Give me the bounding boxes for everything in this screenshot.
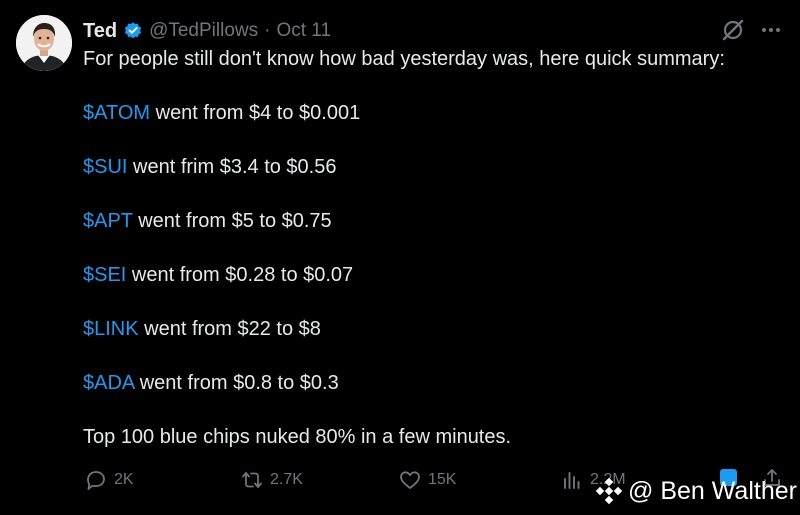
- views-icon: [564, 472, 580, 489]
- tweet: Ted @TedPillows · Oct 11 For people stil…: [0, 0, 800, 515]
- tweet-line-text: went from $4 to $0.001: [150, 102, 361, 124]
- cashtag-link[interactable]: $SEI: [83, 264, 126, 286]
- cashtag-link[interactable]: $LINK: [83, 318, 139, 340]
- tweet-line-text: went from $0.8 to $0.3: [134, 372, 339, 394]
- tweet-date[interactable]: Oct 11: [276, 20, 331, 42]
- tweet-line: $SUI went frim $3.4 to $0.56: [83, 154, 336, 180]
- like-count: 15K: [428, 471, 457, 488]
- tweet-line: $APT went from $5 to $0.75: [83, 208, 332, 234]
- reply-count: 2K: [114, 471, 134, 488]
- tweet-line-text: went from $22 to $8: [138, 318, 321, 340]
- grok-icon[interactable]: [720, 17, 746, 43]
- binance-logo-icon: [595, 477, 623, 505]
- author-name[interactable]: Ted: [83, 20, 117, 43]
- repost-count: 2.7K: [270, 471, 303, 488]
- tweet-intro: For people still don't know how bad yest…: [83, 48, 725, 70]
- cashtag-link[interactable]: $APT: [83, 210, 133, 232]
- tweet-line: $LINK went from $22 to $8: [83, 316, 321, 342]
- avatar[interactable]: [16, 15, 72, 71]
- header-separator: ·: [264, 20, 271, 41]
- reply-icon: [87, 471, 105, 490]
- tweet-line: $SEI went from $0.28 to $0.07: [83, 262, 353, 288]
- tweet-closing: Top 100 blue chips nuked 80% in a few mi…: [83, 426, 512, 448]
- tweet-line-text: went from $0.28 to $0.07: [126, 264, 354, 286]
- cashtag-link[interactable]: $ADA: [83, 372, 134, 394]
- heart-icon: [400, 471, 420, 489]
- watermark-text: @ Ben Walther: [628, 476, 797, 505]
- more-options-icon[interactable]: [758, 17, 784, 43]
- tweet-line-text: went from $5 to $0.75: [132, 210, 332, 232]
- repost-icon: [242, 472, 262, 488]
- like-button[interactable]: 15K: [398, 468, 456, 492]
- tweet-line: $ATOM went from $4 to $0.001: [83, 100, 360, 126]
- cashtag-link[interactable]: $ATOM: [83, 102, 150, 124]
- author-handle[interactable]: @TedPillows: [149, 20, 258, 42]
- tweet-line-text: went frim $3.4 to $0.56: [127, 156, 337, 178]
- reply-button[interactable]: 2K: [84, 468, 134, 492]
- verified-badge-icon: [123, 21, 143, 41]
- cashtag-link[interactable]: $SUI: [83, 156, 127, 178]
- watermark: @ Ben Walther: [594, 474, 797, 508]
- tweet-header: Ted @TedPillows · Oct 11: [83, 18, 331, 44]
- tweet-line: $ADA went from $0.8 to $0.3: [83, 370, 339, 396]
- repost-button[interactable]: 2.7K: [240, 468, 303, 492]
